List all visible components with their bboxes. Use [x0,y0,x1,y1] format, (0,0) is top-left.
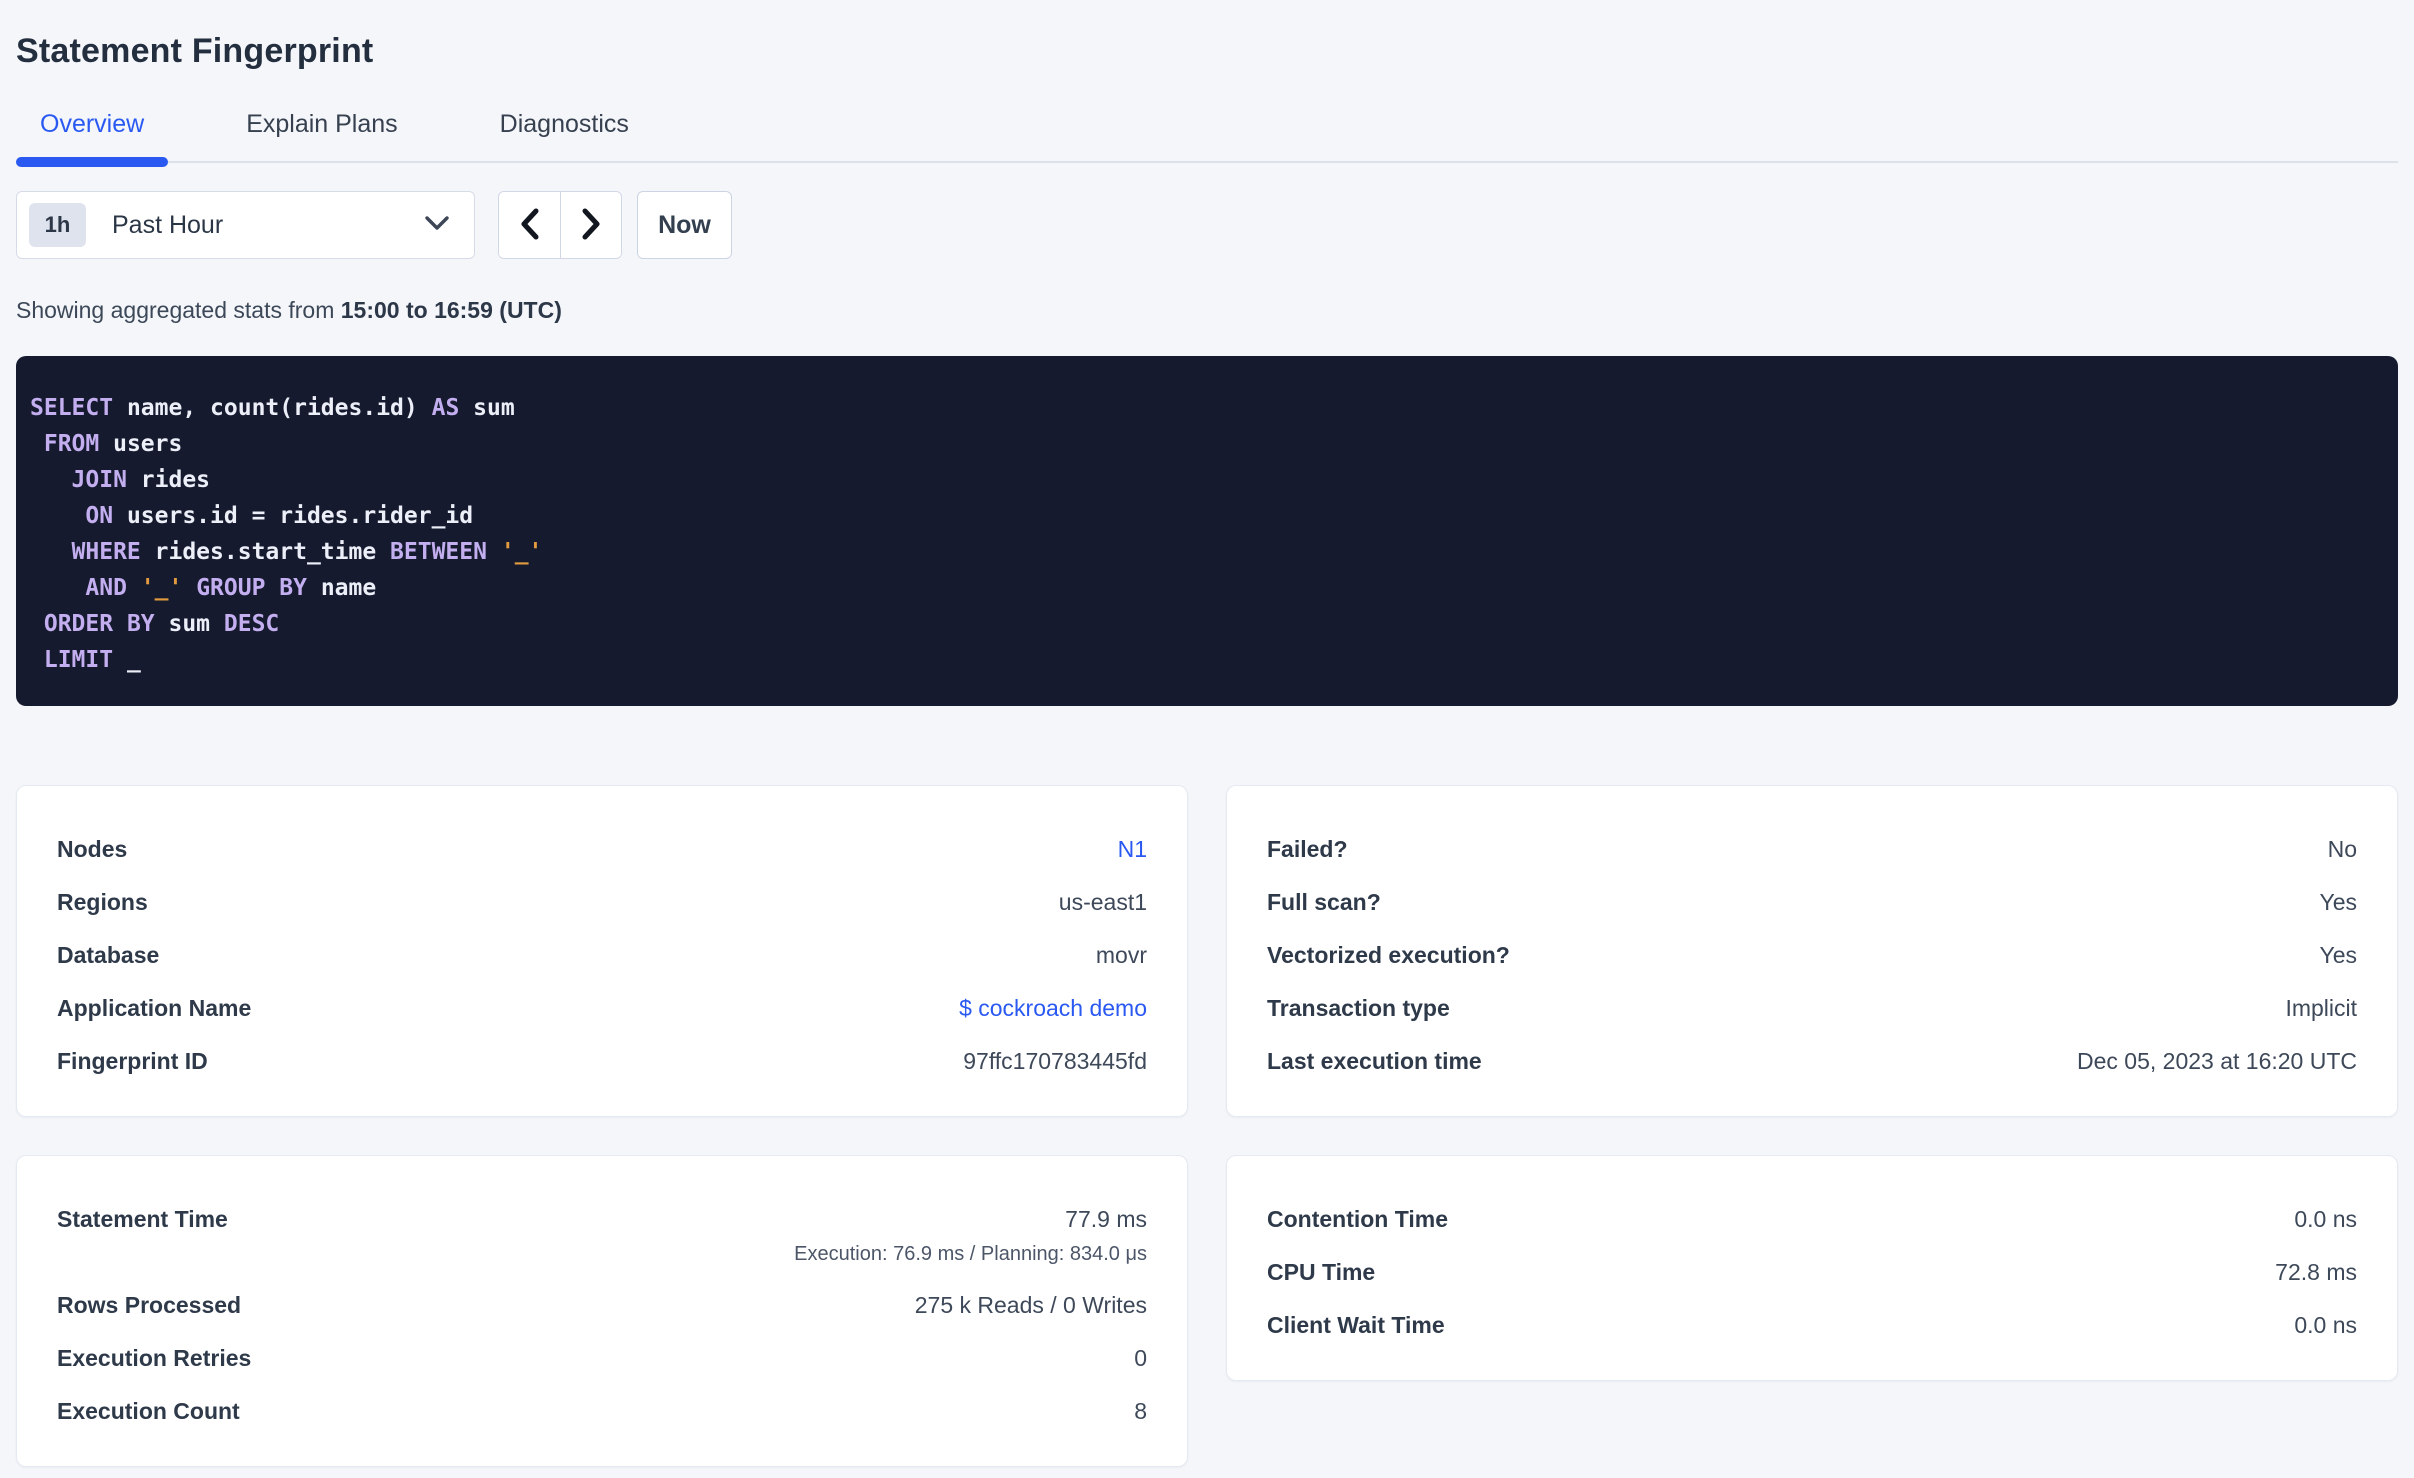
stat-row: Execution Count 8 [57,1396,1147,1426]
now-button[interactable]: Now [637,191,732,259]
stat-label: Client Wait Time [1267,1312,1445,1338]
stats-grid: Nodes N1 Regions us-east1 Database movr Applic… [16,785,2398,1467]
stat-row: Contention Time 0.0 ns [1267,1204,2357,1234]
statement-fingerprint-page: Statement Fingerprint Overview Explain Pl… [0,0,2414,1467]
stat-value: 72.8 ms [2275,1259,2357,1285]
stat-label: Contention Time [1267,1206,1449,1232]
stat-value-link[interactable]: N1 [1118,834,1147,864]
tab-overview[interactable]: Overview [16,112,169,167]
sql-line: JOIN rides [71,467,211,493]
tab-bar: Overview Explain Plans Diagnostics [16,112,2398,167]
stat-value: 0.0 ns [2294,1206,2357,1232]
stat-label: Last execution time [1267,1048,1482,1074]
stat-value: Implicit [2285,995,2357,1021]
sql-line: ORDER BY sum DESC [43,611,280,637]
stat-row: Last execution time Dec 05, 2023 at 16:20… [1267,1046,2357,1076]
stat-subvalue: Execution: 76.9 ms / Planning: 834.0 μs [794,1243,1147,1265]
execution-attributes-panel: Failed? No Full scan? Yes Vectorized executi… [1226,785,2398,1117]
stat-value-link[interactable]: $ cockroach demo [959,993,1147,1023]
statement-details-panel: Nodes N1 Regions us-east1 Database movr Applic… [16,785,1188,1117]
time-range-select[interactable]: 1h Past Hour [16,191,475,259]
next-range-button[interactable] [560,192,621,258]
stat-label: CPU Time [1267,1259,1376,1285]
sql-statement-box: SELECT name, count(rides.id) AS sum FROM… [16,356,2398,706]
sql-line: AND '_' GROUP BY name [85,575,377,601]
stat-label: Regions [57,889,148,915]
stat-row: Failed? No [1267,834,2357,864]
stat-value: Yes [2319,942,2357,968]
stat-label: Transaction type [1267,995,1450,1021]
stat-row: Database movr [57,940,1147,970]
sql-line: LIMIT _ [43,647,141,673]
sql-line: FROM users [43,431,183,457]
stat-row: Regions us-east1 [57,887,1147,917]
stat-label: Nodes [57,836,128,862]
stat-label: Application Name [57,995,252,1021]
stat-row: CPU Time 72.8 ms [1267,1257,2357,1287]
time-step-buttons [498,191,622,259]
stat-label: Fingerprint ID [57,1048,208,1074]
stat-row: Fingerprint ID 97ffc170783445fd [57,1046,1147,1076]
stat-value: 0.0 ns [2294,1312,2357,1338]
stat-label: Statement Time [57,1206,228,1232]
stat-label: Execution Count [57,1398,240,1424]
stat-value: 77.9 ms Execution: 76.9 ms / Planning: 83… [794,1206,1147,1265]
sql-line: ON users.id = rides.rider_id [85,503,474,529]
stat-label: Execution Retries [57,1345,252,1371]
stat-label: Failed? [1267,836,1348,862]
stat-label: Full scan? [1267,889,1381,915]
time-range-badge: 1h [29,203,86,247]
stat-value: 0 [1134,1345,1147,1371]
summary-range: 15:00 to 16:59 (UTC) [340,297,562,323]
stat-label: Rows Processed [57,1292,242,1318]
stat-row: Vectorized execution? Yes [1267,940,2357,970]
stat-row: Rows Processed 275 k Reads / 0 Writes [57,1290,1147,1320]
stat-row: Statement Time 77.9 ms Execution: 76.9 ms … [57,1204,1147,1267]
execution-stats-panel: Statement Time 77.9 ms Execution: 76.9 ms … [16,1155,1188,1467]
stat-row: Transaction type Implicit [1267,993,2357,1023]
stat-value: No [2327,836,2357,862]
prev-range-button[interactable] [499,192,560,258]
time-range-label: Past Hour [112,210,224,239]
aggregated-stats-summary: Showing aggregated stats from 15:00 to 1… [16,297,2398,324]
stat-row: Application Name $ cockroach demo [57,993,1147,1023]
stat-row: Nodes N1 [57,834,1147,864]
stat-label: Vectorized execution? [1267,942,1510,968]
stat-row: Client Wait Time 0.0 ns [1267,1310,2357,1340]
stat-value: 97ffc170783445fd [963,1048,1147,1074]
time-stats-panel: Contention Time 0.0 ns CPU Time 72.8 ms Clie… [1226,1155,2398,1381]
tab-explain-plans[interactable]: Explain Plans [222,112,421,161]
time-toolbar: 1h Past Hour Now [16,191,2398,259]
chevron-right-icon [579,208,603,243]
chevron-down-icon [424,214,450,237]
stat-label: Database [57,942,160,968]
tab-diagnostics[interactable]: Diagnostics [476,112,653,161]
stat-value: 275 k Reads / 0 Writes [914,1292,1147,1318]
stat-row: Execution Retries 0 [57,1343,1147,1373]
sql-line: SELECT name, count(rides.id) AS sum [30,395,515,421]
sql-line: WHERE rides.start_time BETWEEN '_' [71,539,543,565]
stat-value: 8 [1134,1398,1147,1424]
page-title: Statement Fingerprint [16,32,374,70]
stat-value: us-east1 [1058,889,1147,915]
summary-prefix: Showing aggregated stats from [16,297,341,323]
stat-value: movr [1095,942,1147,968]
chevron-left-icon [518,208,542,243]
stat-row: Full scan? Yes [1267,887,2357,917]
stat-value: Dec 05, 2023 at 16:20 UTC [2077,1048,2357,1074]
stat-value: Yes [2319,889,2357,915]
